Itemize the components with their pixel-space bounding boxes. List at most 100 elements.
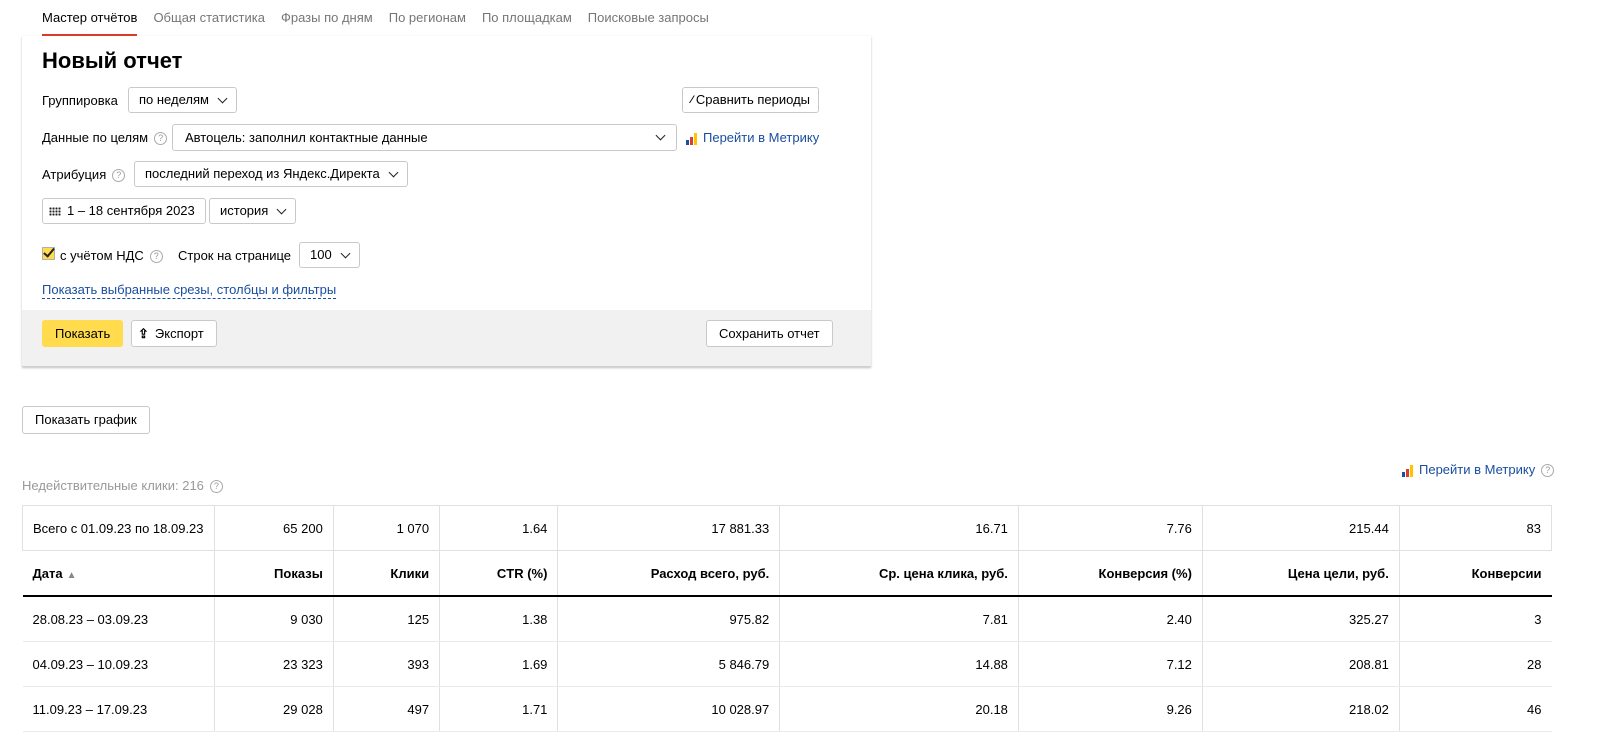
goals-label: Данные по целям? [42,130,168,146]
attribution-label: Атрибуция? [42,167,126,183]
export-button-label: Экспорт [154,325,204,341]
total-cell: 16.71 [779,505,1019,551]
column-header[interactable]: Конверсии [1399,550,1552,597]
goals-label-text: Данные по целям [42,130,149,145]
metrika-link[interactable]: Перейти в Метрику [686,130,819,145]
total-cell: 83 [1399,505,1553,551]
total-cell: Всего с 01.09.23 по 18.09.23 [22,505,215,551]
table-cell: 9 030 [214,596,334,642]
total-cell: 17 881.33 [557,505,781,551]
attribution-value: последний переход из Яндекс.Директа [145,166,380,181]
column-header[interactable]: Клики [333,550,441,597]
chevron-down-icon [655,130,666,141]
metrika-link-secondary[interactable]: Перейти в Метрику? [1402,462,1555,478]
invalid-clicks: Недействительные клики: 216? [22,478,223,494]
help-icon[interactable]: ? [1541,464,1555,478]
table-total-row: Всего с 01.09.23 по 18.09.23 65 200 1 07… [22,505,1553,551]
panel-footer: Показать ⇪ Экспорт Сохранить отчет [22,310,871,366]
table-cell: 1.69 [439,641,559,687]
tab-by-region[interactable]: По регионам [389,0,466,36]
metrika-icon [1402,464,1414,477]
total-cell: 65 200 [214,505,334,551]
grouping-value: по неделям [139,92,209,107]
help-icon[interactable]: ? [149,250,163,264]
table-cell: 20.18 [779,686,1019,732]
chevron-down-icon [388,167,399,177]
total-cell: 215.44 [1202,505,1400,551]
table-cell: 208.81 [1202,641,1400,687]
vat-label: с учётом НДС? [60,248,163,264]
column-header[interactable]: Расход всего, руб. [557,550,781,597]
attribution-select[interactable]: последний переход из Яндекс.Директа [134,161,408,187]
table-cell: 1.38 [439,596,559,642]
invalid-clicks-text: Недействительные клики: 216 [22,478,204,493]
export-button[interactable]: ⇪ Экспорт [131,320,217,347]
report-settings-panel: Новый отчет Группировка по неделям ⁄ Сра… [22,36,871,367]
stats-table: Всего с 01.09.23 по 18.09.23 65 200 1 07… [22,505,1553,732]
show-filters-link[interactable]: Показать выбранные срезы, столбцы и филь… [42,282,337,299]
tab-by-platform[interactable]: По площадкам [482,0,572,36]
tab-search-queries[interactable]: Поисковые запросы [588,0,709,36]
goals-select[interactable]: Автоцель: заполнил контактные данные [172,124,677,151]
table-cell: 7.81 [779,596,1019,642]
table-row: 11.09.23 – 17.09.23 29 028 497 1.71 10 0… [22,686,1552,732]
table-cell: 325.27 [1202,596,1400,642]
grouping-label: Группировка [42,93,118,108]
table-cell: 10 028.97 [557,686,781,732]
rows-per-page-value: 100 [310,247,332,262]
column-header[interactable]: Конверсия (%) [1018,550,1203,597]
column-header[interactable]: Ср. цена клика, руб. [779,550,1019,597]
table-cell: 29 028 [214,686,334,732]
calendar-icon [49,206,61,216]
table-cell: 218.02 [1202,686,1400,732]
help-icon[interactable]: ? [112,169,126,183]
tab-phrases-by-day[interactable]: Фразы по дням [281,0,373,36]
table-cell: 5 846.79 [557,641,781,687]
vat-checkbox[interactable] [42,247,55,260]
table-cell: 497 [333,686,441,732]
table-cell: 14.88 [779,641,1019,687]
save-report-label: Сохранить отчет [719,325,820,341]
rows-per-page-label: Строк на странице [178,248,292,263]
chevron-down-icon [276,204,287,214]
table-row: 04.09.23 – 10.09.23 23 323 393 1.69 5 84… [22,641,1552,687]
metrika-icon [686,132,698,145]
column-header[interactable]: CTR (%) [439,550,559,597]
vat-label-text: с учётом НДС [60,248,144,263]
table-cell: 9.26 [1018,686,1203,732]
total-cell: 1.64 [439,505,559,551]
table-cell: 28 [1399,641,1552,687]
show-chart-label: Показать график [35,412,137,427]
column-header[interactable]: Цена цели, руб. [1202,550,1400,597]
compare-periods-button[interactable]: ⁄ Сравнить периоды [682,87,820,113]
compare-icon: ⁄ [691,94,693,106]
metrika-link-label: Перейти в Метрику [703,130,820,145]
chevron-down-icon [217,93,228,103]
table-cell: 23 323 [214,641,334,687]
table-cell: 2.40 [1018,596,1203,642]
history-select[interactable]: история [209,198,297,224]
show-chart-button[interactable]: Показать график [22,406,150,434]
show-button[interactable]: Показать [42,320,124,347]
column-header-date[interactable]: Дата ▲ [22,550,215,597]
tab-report-master[interactable]: Мастер отчётов [42,0,138,36]
total-cell: 1 070 [333,505,441,551]
grouping-select[interactable]: по неделям [128,87,237,113]
help-icon[interactable]: ? [154,132,168,146]
show-filters-link-label: Показать выбранные срезы, столбцы и филь… [42,282,337,299]
table-cell: 04.09.23 – 10.09.23 [22,641,215,687]
date-range-picker[interactable]: 1 – 18 сентября 2023 [42,198,206,224]
upload-icon: ⇪ [138,325,149,341]
show-button-label: Показать [55,325,111,341]
page-title: Новый отчет [42,48,183,73]
help-icon[interactable]: ? [209,480,223,494]
tab-general-stats[interactable]: Общая статистика [153,0,265,36]
rows-per-page-select[interactable]: 100 [299,242,360,268]
table-cell: 46 [1399,686,1552,732]
history-value: история [220,203,269,218]
column-header[interactable]: Показы [214,550,334,597]
table-cell: 393 [333,641,441,687]
save-report-button[interactable]: Сохранить отчет [706,320,833,347]
chevron-down-icon [340,248,351,258]
table-cell: 28.08.23 – 03.09.23 [22,596,215,642]
